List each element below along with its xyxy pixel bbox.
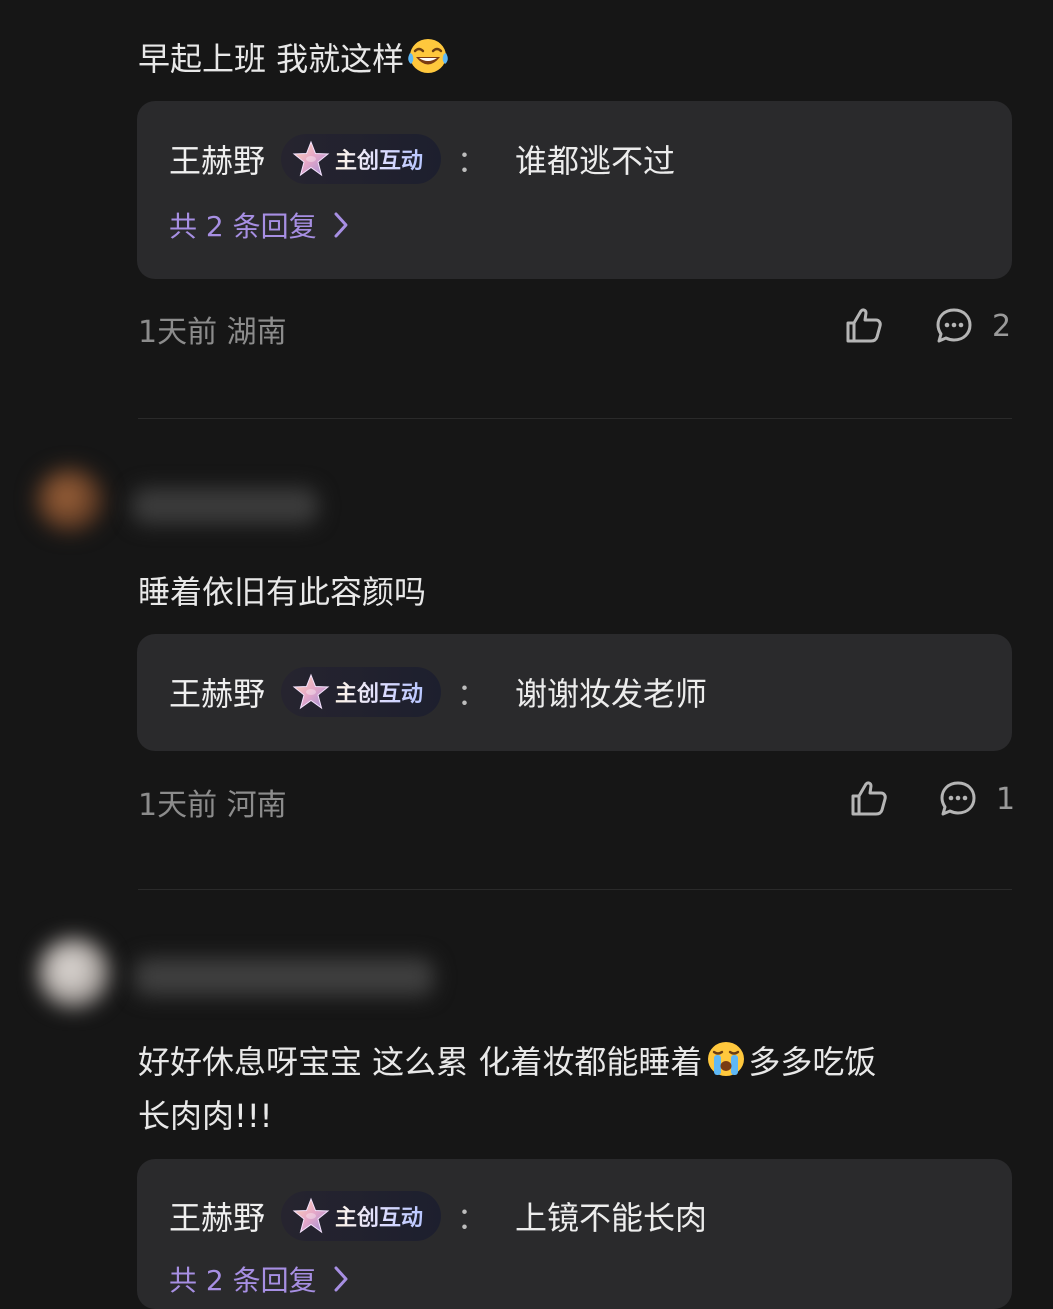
comment-text: 早起上班 我就这样 xyxy=(138,32,450,86)
reply-colon: ： xyxy=(457,1202,488,1237)
like-button[interactable] xyxy=(844,306,884,346)
reply-line: 王赫野 主创互动 ： 谢谢妆发老师 xyxy=(169,666,707,718)
comment-text: 好好休息呀宝宝 这么累 化着妆都能睡着 多多吃饭 xyxy=(138,1035,876,1089)
reply-text: 谁都逃不过 xyxy=(515,142,676,180)
comment-time: 1天前 xyxy=(138,788,218,823)
reply-text: 谢谢妆发老师 xyxy=(515,675,708,713)
reply-colon: ： xyxy=(457,145,488,180)
reply-preview-box[interactable]: 王赫野 主创互动 ： 上镜不能长肉 共 2 条回复 xyxy=(137,1159,1012,1309)
star-badge-icon xyxy=(291,1196,331,1236)
avatar[interactable] xyxy=(36,468,104,532)
divider xyxy=(138,889,1012,890)
chevron-right-icon xyxy=(331,1264,351,1294)
comment-location: 河南 xyxy=(226,788,287,823)
comment-meta: 1天前 河南 xyxy=(138,780,287,824)
comment-text-continued: 长肉肉!!! xyxy=(138,1097,273,1135)
like-button[interactable] xyxy=(849,779,889,819)
crying-emoji-icon xyxy=(708,1042,745,1076)
comment-text: 睡着依旧有此容颜吗 xyxy=(138,573,427,611)
comment-time: 1天前 xyxy=(138,315,218,350)
reply-button[interactable]: 2 xyxy=(934,306,1011,346)
badge-label: 主创互动 xyxy=(335,1200,423,1232)
creator-badge: 主创互动 xyxy=(281,667,442,717)
reply-count: 2 xyxy=(992,308,1012,344)
reply-line: 王赫野 主创互动 ： 谁都逃不过 xyxy=(169,133,675,185)
reply-text: 上镜不能长肉 xyxy=(515,1199,708,1237)
reply-line: 王赫野 主创互动 ： 上镜不能长肉 xyxy=(169,1190,707,1242)
badge-label: 主创互动 xyxy=(335,676,423,708)
divider xyxy=(138,418,1012,419)
reply-author[interactable]: 王赫野 xyxy=(169,669,265,715)
view-more-replies-link[interactable]: 共 2 条回复 xyxy=(169,1259,351,1299)
avatar[interactable] xyxy=(38,938,110,1008)
comment-bubble-icon xyxy=(934,306,974,346)
reply-preview-box[interactable]: 王赫野 主创互动 ： 谢谢妆发老师 xyxy=(137,634,1012,751)
thumbs-up-icon xyxy=(849,779,889,819)
username-blurred[interactable] xyxy=(132,488,318,524)
comment-location: 湖南 xyxy=(226,315,287,350)
comment-bubble-icon xyxy=(938,779,978,819)
reply-preview-box[interactable]: 王赫野 主创互动 ： 谁都逃不过 共 2 条回复 xyxy=(137,101,1012,279)
reply-colon: ： xyxy=(457,678,488,713)
star-badge-icon xyxy=(291,672,331,712)
comment-meta: 1天前 湖南 xyxy=(138,307,287,351)
reply-count: 1 xyxy=(996,781,1016,817)
laughing-tears-emoji-icon xyxy=(408,39,448,73)
reply-button[interactable]: 1 xyxy=(938,779,1015,819)
badge-label: 主创互动 xyxy=(335,143,423,175)
reply-author[interactable]: 王赫野 xyxy=(169,136,265,182)
reply-author[interactable]: 王赫野 xyxy=(169,1193,265,1239)
creator-badge: 主创互动 xyxy=(281,134,442,184)
username-blurred[interactable] xyxy=(134,958,434,996)
creator-badge: 主创互动 xyxy=(281,1191,442,1241)
view-more-replies-link[interactable]: 共 2 条回复 xyxy=(169,205,351,245)
chevron-right-icon xyxy=(331,210,351,240)
thumbs-up-icon xyxy=(844,306,884,346)
star-badge-icon xyxy=(291,139,331,179)
